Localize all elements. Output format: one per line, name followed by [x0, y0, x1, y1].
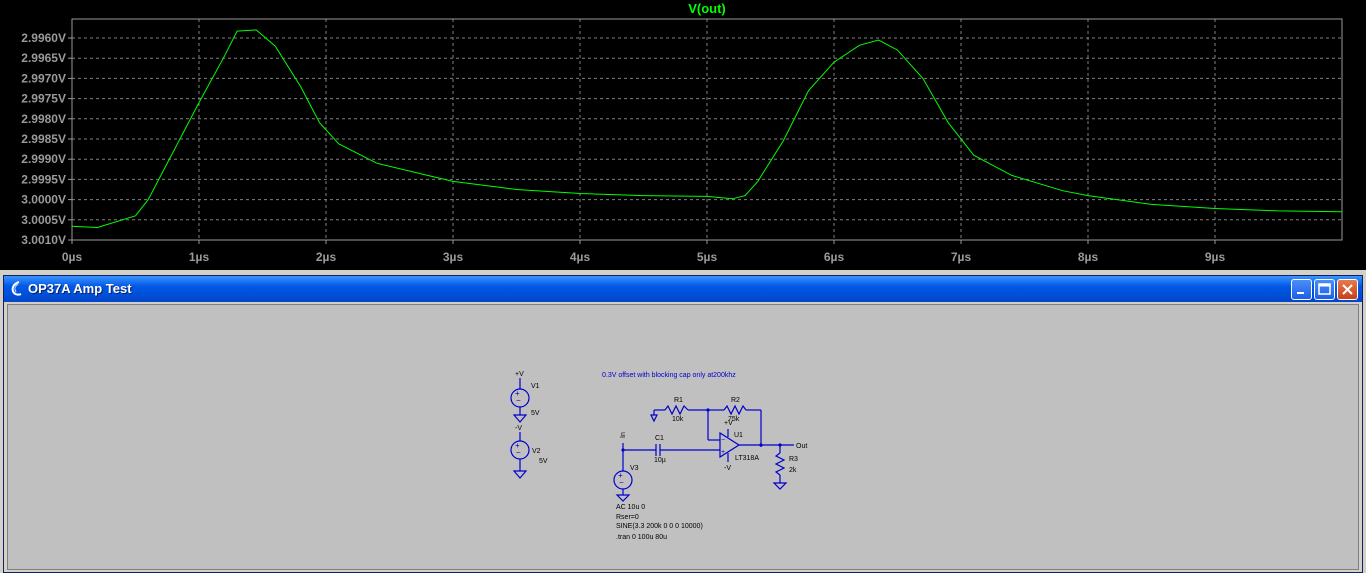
window-titlebar[interactable]: OP37A Amp Test [4, 276, 1362, 302]
y-tick-label: 2.9995V [21, 172, 66, 186]
resistor-r1[interactable]: R1 10k [650, 397, 708, 423]
v2-name: V2 [532, 448, 541, 455]
close-button[interactable] [1337, 279, 1358, 300]
y-tick-label: 2.9980V [21, 112, 66, 126]
x-tick-label: 5µs [697, 250, 718, 264]
x-axis-ticks: 0µs 1µs 2µs 3µs 4µs 5µs 6µs 7µs 8µs 9µs [62, 240, 1226, 264]
y-axis-ticks: 2.9960V 2.9965V 2.9970V 2.9975V 2.9980V 2.998… [21, 31, 72, 247]
voltage-source-v3[interactable]: In + − V3 [613, 432, 639, 502]
minimize-button[interactable] [1291, 279, 1312, 300]
close-icon [1342, 284, 1353, 295]
spice-line: .tran 0 100u 80u [616, 534, 667, 541]
svg-text:+: + [721, 449, 725, 456]
svg-text:−: − [516, 448, 521, 457]
r3-name: R3 [789, 456, 798, 463]
voltage-source-v2[interactable]: + − -V V2 5V [510, 425, 548, 479]
spice-line: Rser=0 [616, 514, 639, 521]
r1-name: R1 [674, 397, 683, 404]
r1-value: 10k [672, 416, 684, 423]
y-tick-label: 2.9960V [21, 31, 66, 45]
x-tick-label: 2µs [316, 250, 337, 264]
x-tick-label: 7µs [951, 250, 972, 264]
v1-value: 5V [531, 410, 540, 417]
y-tick-label: 3.0000V [21, 193, 66, 207]
x-tick-label: 6µs [824, 250, 845, 264]
x-tick-label: 0µs [62, 250, 83, 264]
schematic-comment[interactable]: 0.3V offset with blocking cap only at200… [602, 372, 736, 379]
y-tick-label: 2.9970V [21, 71, 66, 85]
waveform-plot[interactable]: V(out) 2.9960V 2.9965V 2.9970V 2.9975V 2.998… [0, 0, 1366, 270]
resistor-r3[interactable]: Out R3 2k [761, 443, 807, 490]
schematic-canvas[interactable]: 0.3V offset with blocking cap only at200… [7, 304, 1359, 570]
x-tick-label: 8µs [1078, 250, 1099, 264]
v2-node-label: -V [515, 425, 522, 432]
in-net-label: In [620, 432, 627, 438]
y-tick-label: 3.0005V [21, 213, 66, 227]
window-title: OP37A Amp Test [28, 281, 132, 296]
y-tick-label: 2.9975V [21, 92, 66, 106]
svg-text:−: − [516, 396, 521, 405]
capacitor-c1[interactable]: C1 10µ [621, 435, 720, 464]
r2-name: R2 [731, 397, 740, 404]
plot-title[interactable]: V(out) [688, 1, 726, 16]
spice-line: AC 10u 0 [616, 504, 645, 511]
svg-text:−: − [721, 437, 725, 444]
schematic-window[interactable]: OP37A Amp Test 0.3V offset with blocking… [3, 275, 1363, 573]
out-net-label: Out [796, 443, 807, 450]
schematic-drawing[interactable]: 0.3V offset with blocking cap only at200… [8, 305, 1358, 569]
minimize-icon [1297, 292, 1304, 294]
ltspice-app-icon[interactable] [9, 281, 23, 297]
v1-name: V1 [531, 383, 540, 390]
c1-value: 10µ [654, 457, 666, 464]
waveform-plot-pane[interactable]: V(out) 2.9960V 2.9965V 2.9970V 2.9975V 2.998… [0, 0, 1366, 270]
y-tick-label: 2.9965V [21, 51, 66, 65]
svg-text:−: − [619, 478, 624, 487]
plot-grid [72, 19, 1342, 241]
x-tick-label: 9µs [1205, 250, 1226, 264]
v1-node-label: +V [515, 371, 524, 378]
v2-value: 5V [539, 458, 548, 465]
x-tick-label: 3µs [443, 250, 464, 264]
u1-part: LT318A [735, 455, 759, 462]
u1-name: U1 [734, 432, 743, 439]
u1-neg-supply: -V [724, 465, 731, 472]
maximize-button[interactable] [1314, 279, 1335, 300]
c1-name: C1 [655, 435, 664, 442]
y-tick-label: 2.9985V [21, 132, 66, 146]
r3-value: 2k [789, 467, 797, 474]
maximize-icon [1318, 283, 1331, 295]
spice-line: SINE(3.3 200k 0 0 0 10000) [616, 523, 703, 530]
v3-name: V3 [630, 465, 639, 472]
voltage-source-v1[interactable]: + − +V V1 5V [510, 371, 540, 423]
y-tick-label: 2.9990V [21, 152, 66, 166]
u1-pos-supply: +V [724, 420, 733, 427]
spice-directives[interactable]: AC 10u 0 Rser=0 SINE(3.3 200k 0 0 0 1000… [616, 504, 703, 541]
y-tick-label: 3.0010V [21, 233, 66, 247]
x-tick-label: 1µs [189, 250, 210, 264]
x-tick-label: 4µs [570, 250, 591, 264]
